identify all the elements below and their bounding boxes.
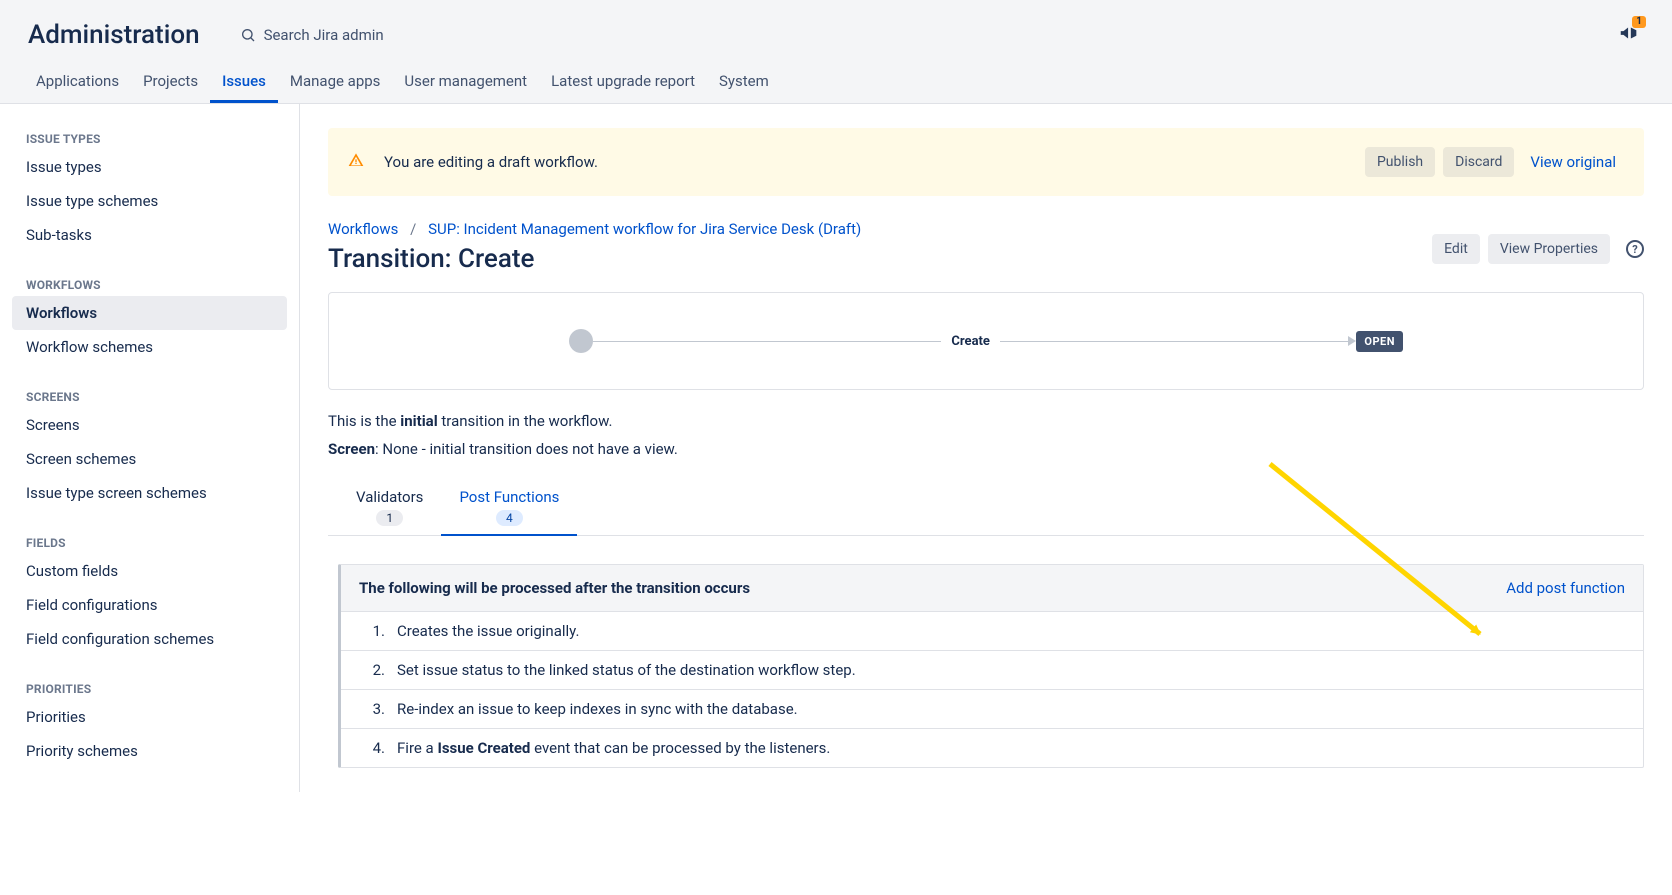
post-functions-panel: The following will be processed after th… [338, 564, 1644, 768]
tab-system[interactable]: System [707, 60, 781, 103]
add-post-function-link[interactable]: Add post function [1506, 579, 1625, 597]
tab-post-functions[interactable]: Post Functions 4 [441, 482, 577, 536]
transition-tabs: Validators 1 Post Functions 4 [328, 482, 1644, 536]
sidebar-item-issue-type-screen-schemes[interactable]: Issue type screen schemes [12, 476, 287, 510]
tab-applications[interactable]: Applications [24, 60, 131, 103]
breadcrumb: Workflows / SUP: Incident Management wor… [328, 220, 861, 238]
sidebar-item-workflow-schemes[interactable]: Workflow schemes [12, 330, 287, 364]
warning-icon [348, 152, 364, 172]
banner-text: You are editing a draft workflow. [384, 153, 1365, 171]
view-original-link[interactable]: View original [1522, 146, 1624, 178]
post-functions-header: The following will be processed after th… [359, 579, 750, 597]
top-nav-tabs: Applications Projects Issues Manage apps… [0, 60, 1672, 103]
transition-diagram: Create OPEN [328, 292, 1644, 390]
sidebar-item-priority-schemes[interactable]: Priority schemes [12, 734, 287, 768]
sidebar-item-custom-fields[interactable]: Custom fields [12, 554, 287, 588]
main-content: You are editing a draft workflow. Publis… [300, 104, 1672, 792]
page-header-title: Administration [28, 20, 200, 50]
sidebar-group-workflows: WORKFLOWS [12, 270, 287, 296]
sidebar-group-screens: SCREENS [12, 382, 287, 408]
sidebar-item-issue-types[interactable]: Issue types [12, 150, 287, 184]
search-icon [240, 27, 256, 43]
tab-manage-apps[interactable]: Manage apps [278, 60, 393, 103]
sidebar-item-screens[interactable]: Screens [12, 408, 287, 442]
sidebar-item-sub-tasks[interactable]: Sub-tasks [12, 218, 287, 252]
tab-validators[interactable]: Validators 1 [338, 482, 441, 536]
tab-issues[interactable]: Issues [210, 60, 278, 103]
sidebar-item-field-configurations[interactable]: Field configurations [12, 588, 287, 622]
top-bar: Administration Search Jira admin 1 Appli… [0, 0, 1672, 104]
notification-button[interactable]: 1 [1618, 22, 1640, 48]
tab-user-management[interactable]: User management [392, 60, 539, 103]
breadcrumb-current[interactable]: SUP: Incident Management workflow for Ji… [428, 220, 861, 238]
sidebar-item-workflows[interactable]: Workflows [12, 296, 287, 330]
breadcrumb-workflows[interactable]: Workflows [328, 220, 398, 238]
sidebar-item-issue-type-schemes[interactable]: Issue type schemes [12, 184, 287, 218]
info-initial-transition: This is the initial transition in the wo… [328, 412, 1644, 430]
sidebar-group-priorities: PRIORITIES [12, 674, 287, 700]
transition-arrow: Create [593, 341, 1348, 342]
post-function-row[interactable]: 4. Fire a Issue Created event that can b… [341, 729, 1643, 767]
discard-button[interactable]: Discard [1443, 147, 1514, 177]
sidebar-item-priorities[interactable]: Priorities [12, 700, 287, 734]
help-icon[interactable]: ? [1626, 240, 1644, 258]
search-input[interactable]: Search Jira admin [240, 26, 1618, 44]
sidebar: ISSUE TYPES Issue types Issue type schem… [0, 104, 300, 792]
sidebar-item-field-configuration-schemes[interactable]: Field configuration schemes [12, 622, 287, 656]
post-function-row[interactable]: 1. Creates the issue originally. [341, 612, 1643, 651]
notification-badge: 1 [1632, 16, 1646, 28]
post-function-row[interactable]: 3. Re-index an issue to keep indexes in … [341, 690, 1643, 729]
sidebar-item-screen-schemes[interactable]: Screen schemes [12, 442, 287, 476]
publish-button[interactable]: Publish [1365, 147, 1435, 177]
tab-projects[interactable]: Projects [131, 60, 210, 103]
page-title: Transition: Create [328, 244, 861, 274]
transition-label: Create [941, 334, 1000, 349]
sidebar-group-issue-types: ISSUE TYPES [12, 124, 287, 150]
status-open-lozenge: OPEN [1356, 331, 1403, 352]
search-placeholder: Search Jira admin [264, 26, 384, 44]
info-screen: Screen: None - initial transition does n… [328, 440, 1644, 458]
view-properties-button[interactable]: View Properties [1488, 234, 1610, 264]
arrow-head-icon [1348, 336, 1356, 346]
draft-warning-banner: You are editing a draft workflow. Publis… [328, 128, 1644, 196]
tab-latest-upgrade-report[interactable]: Latest upgrade report [539, 60, 707, 103]
start-node [569, 329, 593, 353]
edit-button[interactable]: Edit [1432, 234, 1480, 264]
sidebar-group-fields: FIELDS [12, 528, 287, 554]
post-function-row[interactable]: 2. Set issue status to the linked status… [341, 651, 1643, 690]
